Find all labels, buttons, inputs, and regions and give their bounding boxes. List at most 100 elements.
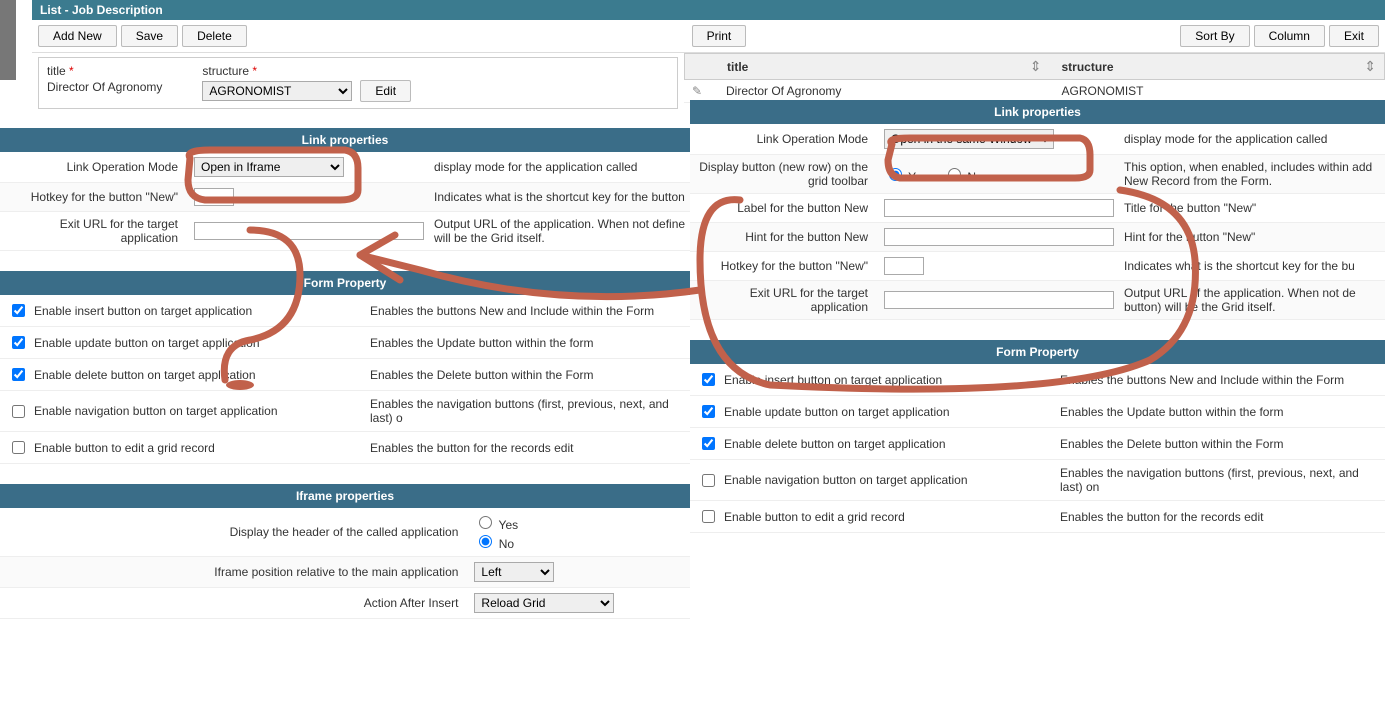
iframe-pos-label: Iframe position relative to the main app…	[4, 565, 464, 579]
form-panel: title * Director Of Agronomy structure *…	[38, 57, 678, 109]
chk-nav-r[interactable]	[702, 474, 715, 487]
yes-label: Yes	[499, 518, 519, 532]
delete-button[interactable]: Delete	[182, 25, 247, 47]
iframe-header-no[interactable]	[479, 535, 492, 548]
chk-insert-desc: Enables the buttons New and Include with…	[370, 304, 682, 318]
iframe-pos-select[interactable]: Left	[474, 562, 554, 582]
window-title: List - Job Description	[32, 0, 1385, 20]
exiturl-desc-r: Output URL of the application. When not …	[1124, 286, 1381, 314]
left-properties-pane: Link properties Link Operation Mode Open…	[0, 128, 690, 619]
chk-edit-desc: Enables the button for the records edit	[370, 441, 682, 455]
chk-edit-r[interactable]	[702, 510, 715, 523]
exiturl-label-r: Exit URL for the target application	[694, 286, 874, 314]
hotkey-input-r[interactable]	[884, 257, 924, 275]
op-mode-desc: display mode for the application called	[434, 160, 686, 174]
dispbtn-label: Display button (new row) on the grid too…	[694, 160, 874, 188]
chk-insert-label: Enable insert button on target applicati…	[34, 304, 364, 318]
toolbar: Add New Save Delete Print Sort By Column…	[32, 20, 1385, 53]
labelnew-label: Label for the button New	[694, 201, 874, 215]
list-header: title ⇕ structure ⇕	[684, 53, 1385, 80]
exiturl-desc: Output URL of the application. When not …	[434, 217, 686, 245]
chk-nav-desc-r: Enables the navigation buttons (first, p…	[1060, 466, 1377, 494]
form-property-header-r: Form Property	[690, 340, 1385, 364]
op-mode-label: Link Operation Mode	[4, 160, 184, 174]
chk-delete-r[interactable]	[702, 437, 715, 450]
exiturl-label: Exit URL for the target application	[4, 217, 184, 245]
print-button[interactable]: Print	[692, 25, 747, 47]
title-value: Director Of Agronomy	[47, 80, 162, 94]
chk-nav-label: Enable navigation button on target appli…	[34, 404, 364, 418]
exiturl-input[interactable]	[194, 222, 424, 240]
edit-row-icon[interactable]: ✎	[692, 84, 706, 98]
iframe-properties-header: Iframe properties	[0, 484, 690, 508]
sort-title-icon[interactable]: ⇕	[1030, 58, 1042, 75]
title-label: title	[47, 64, 66, 78]
hotkey-desc-r: Indicates what is the shortcut key for t…	[1124, 259, 1381, 273]
chk-edit-label-r: Enable button to edit a grid record	[724, 510, 1054, 524]
sort-structure-icon[interactable]: ⇕	[1364, 58, 1376, 75]
dispbtn-desc: This option, when enabled, includes with…	[1124, 160, 1381, 188]
chk-update-label: Enable update button on target applicati…	[34, 336, 364, 350]
hintnew-desc: Hint for the button "New"	[1124, 230, 1381, 244]
chk-delete-label-r: Enable delete button on target applicati…	[724, 437, 1054, 451]
col-structure: structure	[1062, 60, 1345, 74]
op-mode-select-r[interactable]: Open in the same Window	[884, 129, 1054, 149]
chk-delete-label: Enable delete button on target applicati…	[34, 368, 364, 382]
chk-edit[interactable]	[12, 441, 25, 454]
labelnew-desc: Title for the button "New"	[1124, 201, 1381, 215]
chk-delete-desc-r: Enables the Delete button within the For…	[1060, 437, 1377, 451]
row-structure: AGRONOMIST	[1062, 84, 1378, 98]
chk-delete-desc: Enables the Delete button within the For…	[370, 368, 682, 382]
structure-label: structure	[202, 64, 249, 78]
chk-edit-desc-r: Enables the button for the records edit	[1060, 510, 1377, 524]
chk-update[interactable]	[12, 336, 25, 349]
no-label: No	[499, 537, 514, 551]
op-mode-desc-r: display mode for the application called	[1124, 132, 1381, 146]
chk-update-desc: Enables the Update button within the for…	[370, 336, 682, 350]
iframe-header-yes[interactable]	[479, 516, 492, 529]
save-button[interactable]: Save	[121, 25, 178, 47]
col-title: title	[727, 60, 1010, 74]
exit-button[interactable]: Exit	[1329, 25, 1379, 47]
hotkey-desc: Indicates what is the shortcut key for t…	[434, 190, 686, 204]
chk-delete[interactable]	[12, 368, 25, 381]
hintnew-input[interactable]	[884, 228, 1114, 246]
structure-select[interactable]: AGRONOMIST	[202, 81, 352, 101]
op-mode-label-r: Link Operation Mode	[694, 132, 874, 146]
required-star: *	[69, 64, 74, 78]
dispbtn-yes[interactable]	[889, 168, 902, 181]
chk-edit-label: Enable button to edit a grid record	[34, 441, 364, 455]
sort-by-button[interactable]: Sort By	[1180, 25, 1249, 47]
chk-nav-desc: Enables the navigation buttons (first, p…	[370, 397, 682, 425]
row-title: Director Of Agronomy	[726, 84, 1042, 98]
chk-update-r[interactable]	[702, 405, 715, 418]
dispbtn-no[interactable]	[948, 168, 961, 181]
chk-insert-label-r: Enable insert button on target applicati…	[724, 373, 1054, 387]
iframe-disp-label: Display the header of the called applica…	[4, 525, 464, 539]
gray-sidebar-strip	[0, 0, 16, 80]
chk-nav-label-r: Enable navigation button on target appli…	[724, 473, 1054, 487]
hintnew-label: Hint for the button New	[694, 230, 874, 244]
chk-update-desc-r: Enables the Update button within the for…	[1060, 405, 1377, 419]
hotkey-label: Hotkey for the button "New"	[4, 190, 184, 204]
right-properties-pane: Link properties Link Operation Mode Open…	[690, 100, 1385, 533]
labelnew-input[interactable]	[884, 199, 1114, 217]
exiturl-input-r[interactable]	[884, 291, 1114, 309]
link-properties-header: Link properties	[0, 128, 690, 152]
op-mode-select[interactable]: Open in Iframe	[194, 157, 344, 177]
column-button[interactable]: Column	[1254, 25, 1325, 47]
hotkey-label-r: Hotkey for the button "New"	[694, 259, 874, 273]
form-property-header: Form Property	[0, 271, 690, 295]
add-new-button[interactable]: Add New	[38, 25, 117, 47]
after-insert-label: Action After Insert	[4, 596, 464, 610]
link-properties-header-r: Link properties	[690, 100, 1385, 124]
no-label-r: No	[967, 170, 982, 184]
chk-insert[interactable]	[12, 304, 25, 317]
yes-label-r: Yes	[908, 170, 928, 184]
chk-nav[interactable]	[12, 405, 25, 418]
hotkey-input[interactable]	[194, 188, 234, 206]
after-insert-select[interactable]: Reload Grid	[474, 593, 614, 613]
required-star: *	[252, 64, 257, 78]
chk-insert-r[interactable]	[702, 373, 715, 386]
edit-structure-button[interactable]: Edit	[360, 80, 411, 102]
